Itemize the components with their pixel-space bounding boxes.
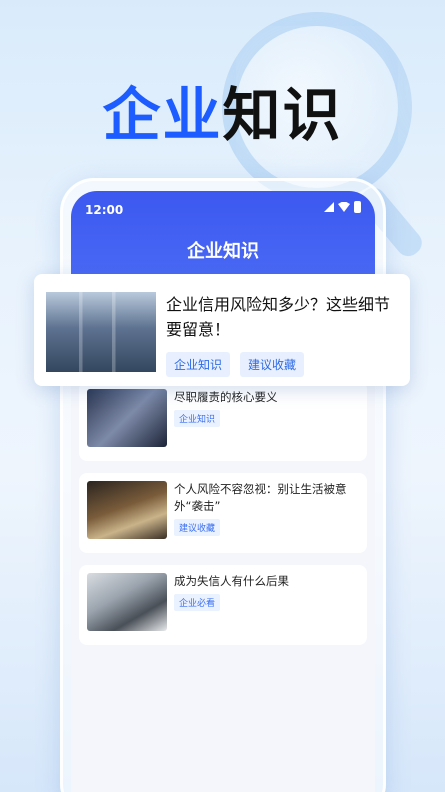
page-title: 企业知识 — [187, 241, 259, 262]
article-title: 成为失信人有什么后果 — [174, 574, 289, 588]
article-thumbnail — [87, 389, 167, 447]
hero-title-blue: 企业 — [102, 81, 223, 149]
hero-title: 企业知识 — [0, 68, 445, 152]
phone-frame: 12:00 企业知识 尽职履责的核心要义 企业知识 个人风险不容忽视：别让生活被… — [60, 178, 386, 792]
article-title: 尽职履责的核心要义 — [174, 390, 278, 404]
app-bar: 12:00 企业知识 — [71, 191, 375, 283]
featured-thumbnail — [46, 292, 156, 372]
list-item[interactable]: 个人风险不容忽视：别让生活被意外“袭击” 建议收藏 — [79, 473, 367, 553]
article-list: 尽职履责的核心要义 企业知识 个人风险不容忽视：别让生活被意外“袭击” 建议收藏… — [79, 381, 367, 657]
list-item[interactable]: 成为失信人有什么后果 企业必看 — [79, 565, 367, 645]
featured-tags: 企业知识 建议收藏 — [166, 352, 398, 377]
featured-tag[interactable]: 建议收藏 — [240, 352, 305, 377]
signal-icon — [324, 202, 334, 212]
featured-title: 企业信用风险知多少？这些细节要留意！ — [166, 295, 391, 339]
list-item[interactable]: 尽职履责的核心要义 企业知识 — [79, 381, 367, 461]
hero-title-dark: 知识 — [222, 81, 343, 149]
article-tag: 建议收藏 — [174, 519, 221, 536]
status-time: 12:00 — [85, 203, 124, 217]
battery-icon — [354, 201, 361, 213]
featured-article-card[interactable]: 企业信用风险知多少？这些细节要留意！ 企业知识 建议收藏 — [34, 274, 410, 386]
article-tag: 企业必看 — [174, 594, 221, 611]
article-thumbnail — [87, 573, 167, 631]
featured-tag[interactable]: 企业知识 — [166, 352, 231, 377]
article-title: 个人风险不容忽视：别让生活被意外“袭击” — [174, 482, 347, 513]
article-thumbnail — [87, 481, 167, 539]
article-tag: 企业知识 — [174, 410, 221, 427]
wifi-icon — [338, 202, 350, 212]
status-icons — [324, 201, 361, 213]
